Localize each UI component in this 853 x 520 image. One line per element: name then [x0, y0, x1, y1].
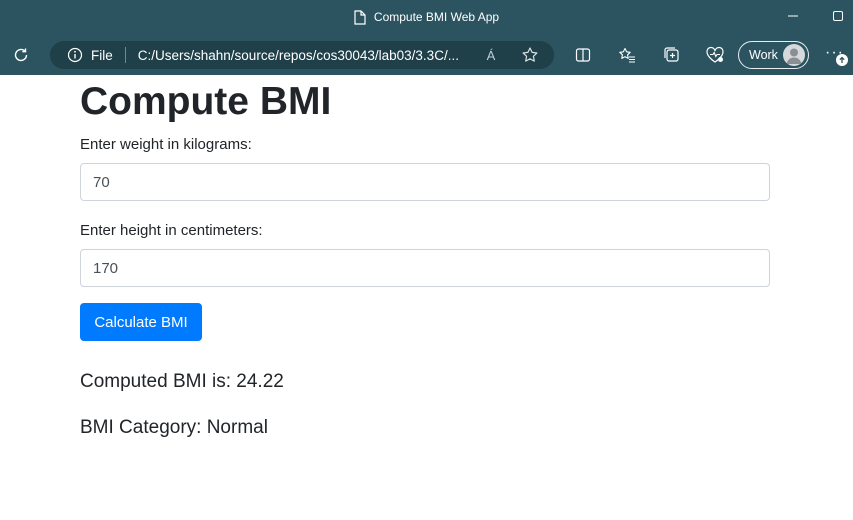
split-screen-icon[interactable] — [572, 44, 594, 66]
refresh-icon[interactable] — [10, 44, 32, 66]
weight-label: Enter weight in kilograms: — [80, 136, 252, 153]
address-separator — [124, 47, 126, 63]
document-icon — [354, 9, 366, 25]
height-input[interactable] — [80, 249, 770, 287]
maximize-button[interactable] — [828, 6, 848, 26]
collections-icon[interactable] — [661, 44, 683, 66]
weight-input[interactable] — [80, 163, 770, 201]
read-aloud-icon[interactable]: Á — [481, 45, 501, 65]
favorites-icon[interactable] — [616, 44, 638, 66]
address-bar[interactable]: File C:/Users/shahn/source/repos/cos3004… — [50, 41, 554, 69]
window-title-group: Compute BMI Web App — [0, 0, 853, 34]
avatar-icon — [783, 44, 805, 66]
window-title: Compute BMI Web App — [373, 10, 500, 24]
browser-toolbar: File C:/Users/shahn/source/repos/cos3004… — [0, 34, 853, 75]
file-scheme-label: File — [91, 47, 113, 63]
url-text[interactable]: C:/Users/shahn/source/repos/cos30043/lab… — [138, 48, 473, 63]
info-icon[interactable] — [66, 46, 84, 64]
profile-button[interactable]: Work — [738, 41, 809, 69]
height-label: Enter height in centimeters: — [80, 222, 263, 239]
profile-label: Work — [749, 48, 778, 62]
calculate-bmi-button[interactable]: Calculate BMI — [80, 303, 202, 341]
minimize-button[interactable] — [783, 6, 803, 26]
update-badge-icon — [836, 54, 848, 66]
favorite-star-icon[interactable] — [520, 45, 540, 65]
browser-essentials-icon[interactable] — [704, 44, 726, 66]
computed-bmi-text: Computed BMI is: 24.22 — [80, 371, 284, 392]
bmi-category-text: BMI Category: Normal — [80, 417, 268, 438]
title-bar: Compute BMI Web App — [0, 0, 853, 34]
page-title: Compute BMI — [80, 80, 332, 123]
